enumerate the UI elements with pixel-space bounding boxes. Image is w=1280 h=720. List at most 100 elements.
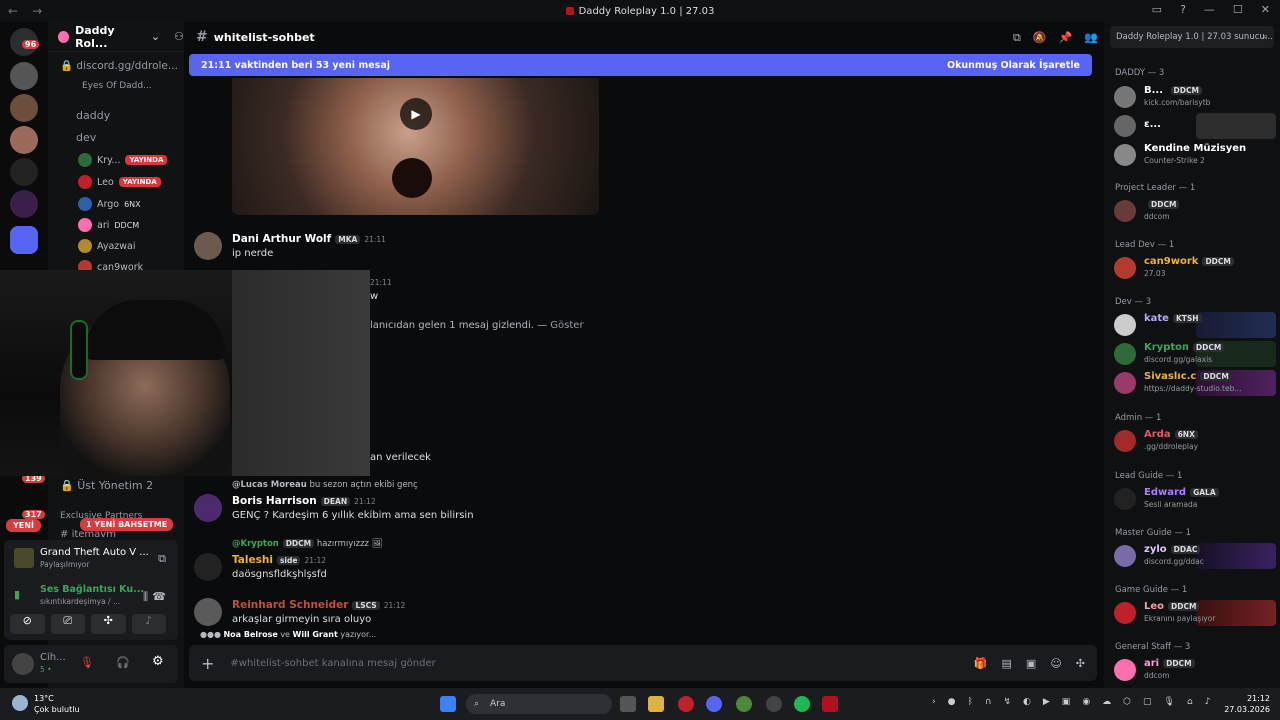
server-icon[interactable] (10, 126, 38, 154)
notification-bell-icon[interactable]: 🔕 (1033, 31, 1047, 45)
message-author[interactable]: Taleshi (232, 554, 273, 566)
tray-icon[interactable]: ▶ (1043, 697, 1050, 707)
minimize-button[interactable]: — (1204, 3, 1215, 16)
mic-icon[interactable]: 🎙 (1164, 697, 1175, 707)
member-item[interactable]: Kryptoп DDCM discord.gg/galaxis (1114, 341, 1276, 367)
screen-share-icon[interactable]: ⧉ (158, 552, 166, 566)
folder-icon[interactable] (10, 226, 38, 254)
apps-icon[interactable]: ✣ (1076, 657, 1085, 670)
channel-item[interactable]: daddy (76, 109, 110, 122)
voice-user[interactable]: ari DDCM (78, 218, 139, 232)
member-item[interactable]: kate KTSH (1114, 312, 1276, 338)
member-list-icon[interactable]: 👥 (1084, 31, 1098, 45)
channel-item[interactable]: Eyes Of Dadd... (82, 81, 152, 91)
video-embed[interactable]: ▶ (232, 78, 599, 215)
member-item[interactable]: Kendine Müzisyen Counter-Strike 2 (1114, 142, 1276, 168)
channel-item[interactable]: 🔒 discord.gg/ddrole... (60, 59, 178, 72)
soundboard-button[interactable]: ♪ (131, 614, 166, 634)
server-icon[interactable] (10, 62, 38, 90)
obs-icon[interactable] (766, 696, 782, 712)
spotify-icon[interactable] (794, 696, 810, 712)
mic-muted-icon[interactable]: 🎙 (80, 656, 94, 669)
voice-user[interactable]: Argo 6NX (78, 197, 141, 211)
threads-icon[interactable]: ⧉ (1013, 31, 1021, 45)
sticker-icon[interactable]: ▣ (1026, 657, 1036, 670)
avatar[interactable] (194, 553, 222, 581)
play-icon[interactable]: ▶ (400, 98, 432, 130)
add-attachment-icon[interactable]: + (201, 654, 214, 673)
search-input[interactable]: Daddy Roleplay 1.0 | 27.03 sunucu... ⌕ (1110, 26, 1274, 48)
voice-user[interactable]: Ayazwai (78, 239, 136, 253)
mark-read-button[interactable]: Okunmuş Olarak İşaretle (947, 60, 1080, 71)
noise-icon[interactable]: ⫼ (143, 590, 148, 604)
avatar[interactable] (194, 232, 222, 260)
weather-widget[interactable]: 13°C Çok bulutlu (12, 693, 80, 715)
emoji-icon[interactable]: ☺ (1050, 657, 1061, 670)
channel-item[interactable]: dev (76, 131, 96, 144)
show-link[interactable]: Göster (550, 320, 583, 331)
tray-icon[interactable]: › (932, 697, 936, 707)
member-item[interactable]: DDCM ddcom (1114, 198, 1276, 224)
message-author[interactable]: Boris Harrison (232, 495, 317, 507)
disconnect-icon[interactable]: ☎ (152, 590, 166, 603)
chrome-icon[interactable] (736, 696, 752, 712)
voice-channel[interactable]: sıkıntıkardeşimya / ... (40, 597, 120, 606)
gear-icon[interactable]: ⚙ (152, 654, 164, 669)
tray-icon[interactable]: ▣ (1062, 697, 1071, 707)
tray-icon[interactable]: ⬡ (1123, 697, 1131, 707)
server-icon[interactable] (10, 190, 38, 218)
start-icon[interactable] (440, 696, 456, 712)
new-messages-bar[interactable]: 21:11 vaktinden beri 53 yeni mesaj Okunm… (189, 54, 1092, 76)
member-item[interactable]: Arda 6NX .gg/ddroleplay (1114, 428, 1276, 454)
clock[interactable]: 21:12 27.03.2026 (1224, 693, 1270, 715)
member-item[interactable]: Edward GALA Sesli aramada (1114, 486, 1276, 512)
avatar[interactable] (194, 494, 222, 522)
message-author[interactable]: Dani Arthur Wolf (232, 233, 331, 245)
headphones-icon[interactable]: ∩ (985, 697, 992, 707)
gift-icon[interactable]: 🎁 (974, 657, 988, 670)
task-view-icon[interactable] (620, 696, 636, 712)
member-item[interactable]: ari DDCM ddcom (1114, 657, 1276, 683)
maximize-button[interactable]: ☐ (1233, 3, 1243, 16)
volume-icon[interactable]: ♪ (1205, 697, 1211, 707)
inbox-icon[interactable]: ▭ (1152, 3, 1162, 16)
tray-icon[interactable]: ↯ (1003, 697, 1011, 707)
member-item[interactable]: B... DDCM kick.com/barisytb (1114, 84, 1276, 110)
spotify-tray-icon[interactable]: ● (948, 697, 956, 707)
activities-button[interactable]: ✣ (91, 614, 126, 634)
message-author[interactable]: Reinhard Schneider (232, 599, 348, 611)
gif-icon[interactable]: ▤ (1002, 657, 1012, 670)
message-input[interactable]: + #whitelist-sohbet kanalına mesaj gönde… (189, 645, 1097, 681)
bluetooth-icon[interactable]: ᛒ (967, 697, 972, 707)
help-icon[interactable]: ? (1180, 3, 1186, 16)
voice-connection[interactable]: Ses Bağlantısı Ku... (40, 584, 144, 595)
app-icon[interactable] (822, 696, 838, 712)
avatar[interactable] (194, 598, 222, 626)
steam-icon[interactable]: ◉ (1082, 697, 1090, 707)
voice-user[interactable]: Kry... YAYINDA (78, 153, 168, 167)
avatar[interactable] (12, 653, 34, 675)
headset-deafened-icon[interactable]: 🎧 (116, 656, 130, 669)
tray-icon[interactable]: ◐ (1023, 697, 1031, 707)
server-icon[interactable] (10, 158, 38, 186)
member-item[interactable]: zylo DDAC discord.gg/ddac (1114, 543, 1276, 569)
new-mention-pill[interactable]: 1 YENİ BAHSETME (80, 518, 174, 531)
screen-share-button[interactable]: ⎚ (50, 614, 85, 634)
taskbar-search[interactable]: ⌕ Ara (466, 694, 612, 714)
network-icon[interactable]: ⌂ (1187, 697, 1193, 707)
camera-off-icon[interactable]: ⊘ (10, 614, 45, 634)
member-item[interactable]: can9work DDCM 27.03 (1114, 255, 1276, 281)
discord-icon[interactable] (706, 696, 722, 712)
add-member-icon[interactable]: ⚇ (174, 30, 184, 43)
tray-icon[interactable]: ▢ (1143, 697, 1152, 707)
opera-icon[interactable] (678, 696, 694, 712)
member-item[interactable]: ε... (1114, 113, 1276, 139)
server-icon[interactable] (10, 94, 38, 122)
voice-user[interactable]: Leo YAYINDA (78, 175, 161, 189)
close-button[interactable]: ✕ (1261, 3, 1270, 16)
member-item[interactable]: Sivaslıc.c DDCM https://daddy-studio.teb..… (1114, 370, 1276, 396)
file-explorer-icon[interactable] (648, 696, 664, 712)
reply-preview[interactable]: @Kryptoп DDCM hazırmıyızzz 🖼 (232, 539, 383, 549)
server-header[interactable]: Daddy Rol... ⌄ ⚇ (48, 22, 184, 52)
channel-item[interactable]: 🔒 Üst Yönetim 2 (60, 479, 153, 492)
